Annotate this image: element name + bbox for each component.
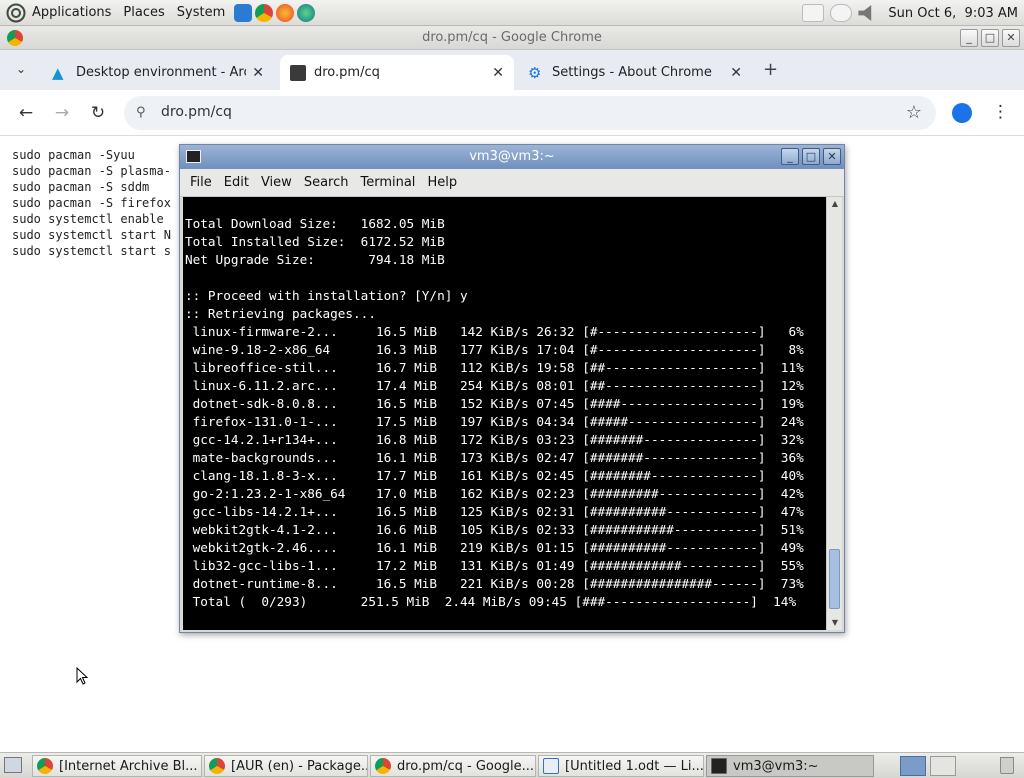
taskbar-item-label: [Untitled 1.odt — Li... xyxy=(565,758,704,774)
gear-icon: ⚙ xyxy=(528,63,542,82)
taskbar-item-label: [Internet Archive Bl... xyxy=(59,758,198,774)
terminal-minimize-button[interactable]: _ xyxy=(781,148,799,165)
arch-icon: ▲ xyxy=(52,63,64,82)
tab-close-icon[interactable]: ✕ xyxy=(492,65,504,81)
taskbar-item-label: dro.pm/cq - Google... xyxy=(397,758,535,774)
tab-search-chevron-icon[interactable]: ⌄ xyxy=(16,62,26,76)
system-menu[interactable]: System xyxy=(171,0,231,26)
terminal-menubar: File Edit View Search Terminal Help xyxy=(180,169,844,197)
tray-chat-icon[interactable] xyxy=(830,4,853,22)
menu-kebab-icon[interactable]: ⋮ xyxy=(992,102,1009,122)
places-menu[interactable]: Places xyxy=(117,0,170,26)
new-tab-button[interactable]: + xyxy=(763,59,778,80)
tab-arch[interactable]: ▲ Desktop environment - Arch ✕ xyxy=(42,55,274,90)
trash-icon[interactable] xyxy=(1000,757,1014,774)
workspace-switcher-1[interactable] xyxy=(900,756,926,776)
toolbar: ← → ↻ ⚲ dro.pm/cq ☆ ⋮ xyxy=(0,90,1024,136)
reload-button[interactable]: ↻ xyxy=(85,100,111,126)
close-button[interactable]: ✕ xyxy=(1002,29,1020,47)
applications-menu[interactable]: Applications xyxy=(26,0,117,26)
tab-title: Settings - About Chrome xyxy=(552,65,712,80)
terminal-menu-file[interactable]: File xyxy=(184,175,218,190)
vscode-launcher-icon[interactable] xyxy=(234,3,253,22)
terminal-menu-terminal[interactable]: Terminal xyxy=(354,175,421,190)
terminal-title: vm3@vm3:~ xyxy=(469,149,555,164)
terminal-window-icon xyxy=(186,150,201,163)
taskbar: [Internet Archive Bl... [AUR (en) - Pack… xyxy=(0,752,1024,778)
tab-close-icon[interactable]: ✕ xyxy=(730,65,742,81)
terminal-screen[interactable]: Total Download Size: 1682.05 MiB Total I… xyxy=(183,197,826,630)
forward-button[interactable]: → xyxy=(49,100,75,126)
terminal-menu-search[interactable]: Search xyxy=(298,175,355,190)
distro-logo-icon[interactable] xyxy=(6,3,26,23)
workspace-switcher-2[interactable] xyxy=(930,756,956,776)
page-icon xyxy=(290,64,306,81)
terminal-titlebar[interactable]: vm3@vm3:~ _ □ ✕ xyxy=(180,145,844,169)
terminal-scrollbar[interactable]: ▲ ▼ xyxy=(826,197,842,630)
window-title: dro.pm/cq - Google Chrome xyxy=(422,30,602,45)
tab-title: dro.pm/cq xyxy=(314,65,380,80)
terminal-menu-edit[interactable]: Edit xyxy=(218,175,255,190)
tab-dropm[interactable]: dro.pm/cq ✕ xyxy=(280,55,514,90)
taskbar-item-internet-archive[interactable]: [Internet Archive Bl... xyxy=(32,755,202,777)
taskbar-item-terminal[interactable]: vm3@vm3:~ xyxy=(706,755,874,777)
tab-settings[interactable]: ⚙ Settings - About Chrome ✕ xyxy=(518,55,752,90)
edge-dev-launcher-icon[interactable] xyxy=(297,3,316,22)
terminal-window[interactable]: vm3@vm3:~ _ □ ✕ File Edit View Search Te… xyxy=(179,144,845,633)
firefox-launcher-icon[interactable] xyxy=(276,3,295,22)
profile-icon[interactable] xyxy=(952,103,972,123)
taskbar-item-label: vm3@vm3:~ xyxy=(733,758,819,774)
bookmark-star-icon[interactable]: ☆ xyxy=(906,102,922,123)
chrome-titlebar: dro.pm/cq - Google Chrome _ □ ✕ xyxy=(0,26,1024,50)
back-button[interactable]: ← xyxy=(13,100,39,126)
top-panel: Applications Places System Sun Oct 6, 9:… xyxy=(0,0,1024,26)
taskbar-item-aur[interactable]: [AUR (en) - Package... xyxy=(204,755,368,777)
terminal-menu-help[interactable]: Help xyxy=(421,175,463,190)
scroll-up-arrow-icon[interactable]: ▲ xyxy=(827,197,843,211)
scroll-down-arrow-icon[interactable]: ▼ xyxy=(827,616,843,630)
taskbar-item-chrome[interactable]: dro.pm/cq - Google... xyxy=(370,755,536,777)
tab-title: Desktop environment - Arch xyxy=(76,65,247,80)
url-text[interactable]: dro.pm/cq xyxy=(161,104,232,120)
chrome-icon xyxy=(37,758,53,774)
site-info-icon[interactable]: ⚲ xyxy=(136,105,146,120)
chrome-icon xyxy=(209,758,225,774)
chrome-window-icon xyxy=(7,30,23,46)
show-desktop-icon[interactable] xyxy=(4,757,22,773)
mouse-cursor-icon xyxy=(76,666,89,685)
taskbar-item-writer[interactable]: [Untitled 1.odt — Li... xyxy=(538,755,704,777)
volume-icon[interactable] xyxy=(858,5,872,21)
terminal-output: Total Download Size: 1682.05 MiB Total I… xyxy=(185,216,804,609)
terminal-close-button[interactable]: ✕ xyxy=(823,148,841,165)
chrome-launcher-icon[interactable] xyxy=(255,3,274,22)
tab-strip: ⌄ ▲ Desktop environment - Arch ✕ dro.pm/… xyxy=(0,50,1024,90)
terminal-icon xyxy=(711,758,727,774)
clock[interactable]: Sun Oct 6, 9:03 AM xyxy=(888,6,1018,21)
terminal-menu-view[interactable]: View xyxy=(255,175,298,190)
terminal-maximize-button[interactable]: □ xyxy=(802,148,820,165)
maximize-button[interactable]: □ xyxy=(981,29,999,47)
scrollbar-thumb[interactable] xyxy=(829,549,840,609)
address-bar[interactable]: ⚲ dro.pm/cq ☆ xyxy=(124,96,936,130)
tab-close-icon[interactable]: ✕ xyxy=(252,65,264,81)
minimize-button[interactable]: _ xyxy=(960,29,978,47)
chrome-icon xyxy=(375,758,391,774)
writer-icon xyxy=(543,758,559,774)
page-text[interactable]: sudo pacman -Syuu sudo pacman -S plasma-… xyxy=(12,147,171,259)
taskbar-item-label: [AUR (en) - Package... xyxy=(231,758,368,774)
tray-network-icon[interactable] xyxy=(802,4,825,22)
